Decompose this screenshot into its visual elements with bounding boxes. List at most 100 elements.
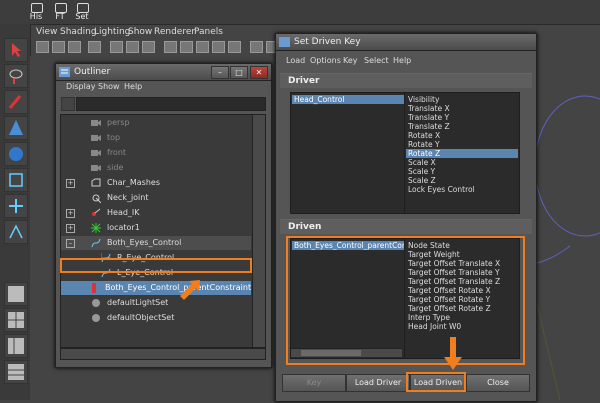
list-item[interactable]: front (61, 146, 251, 160)
xray-icon[interactable] (250, 41, 263, 53)
attribute-item[interactable]: Translate X (406, 104, 518, 113)
list-item[interactable]: persp (61, 116, 251, 130)
sdk-icon (279, 37, 290, 47)
arrow-icon (444, 337, 462, 370)
driven-section-header[interactable]: Driven (280, 219, 532, 234)
menu-load[interactable]: Load (286, 56, 305, 65)
list-item[interactable]: top (61, 131, 251, 145)
lasso-tool[interactable] (4, 64, 28, 88)
menu-key[interactable]: Key (343, 56, 358, 65)
driver-object-list[interactable]: Head_Control (290, 92, 406, 214)
menu-view[interactable]: View (36, 27, 57, 37)
outliner-scrollbar[interactable] (252, 114, 266, 348)
attribute-item[interactable]: Rotate Z (406, 149, 518, 158)
menu-show[interactable]: Show (128, 27, 152, 37)
toolbox (0, 24, 31, 400)
menu-display[interactable]: Display (66, 82, 96, 91)
set-button[interactable]: Set (72, 2, 92, 22)
driver-object-item[interactable]: Head_Control (292, 95, 404, 104)
list-item[interactable]: Neck_joint (61, 191, 251, 205)
history-icon (31, 3, 43, 13)
layout-side[interactable] (4, 334, 28, 358)
menu-options[interactable]: Options (310, 56, 341, 65)
lights-icon[interactable] (212, 41, 225, 53)
list-item-selected[interactable]: Both_Eyes_Control_parentConstraint1 (61, 281, 256, 295)
list-item[interactable]: + locator1 (61, 221, 251, 235)
load-driven-highlight-box (406, 372, 466, 392)
close-window-button[interactable]: ✕ (250, 66, 268, 79)
last-tool[interactable] (4, 220, 28, 244)
menu-panels[interactable]: Panels (194, 27, 223, 37)
grid-icon[interactable] (110, 41, 123, 53)
attribute-item[interactable]: Scale Z (406, 176, 518, 185)
attribute-item[interactable]: Rotate Y (406, 140, 518, 149)
locator-icon (91, 223, 101, 233)
attribute-item[interactable]: Rotate X (406, 131, 518, 140)
attribute-item[interactable]: Lock Eyes Control (406, 185, 518, 194)
scale-tool[interactable] (4, 168, 28, 192)
outliner-search-field[interactable] (76, 97, 266, 111)
move-tool[interactable] (4, 116, 28, 140)
expand-icon[interactable]: + (66, 209, 75, 218)
list-item[interactable]: defaultObjectSet (61, 311, 251, 325)
side-pane-icon (8, 338, 24, 354)
object-set-icon (92, 314, 100, 322)
expand-icon[interactable]: + (66, 224, 75, 233)
select-tool[interactable] (4, 38, 28, 62)
menu-lighting[interactable]: Lighting (94, 27, 130, 37)
shadows-icon[interactable] (228, 41, 241, 53)
axis-icon (9, 224, 23, 239)
sdk-titlebar[interactable]: Set Driven Key (276, 34, 536, 51)
attribute-item[interactable]: Translate Y (406, 113, 518, 122)
layout-four[interactable] (4, 308, 28, 332)
textured-icon[interactable] (196, 41, 209, 53)
camera-attr-icon[interactable] (52, 41, 65, 53)
list-item[interactable]: + Char_Mashes (61, 176, 251, 190)
list-item[interactable]: – Both_Eyes_Control (61, 236, 251, 250)
expand-icon[interactable]: + (66, 179, 75, 188)
camera-icon[interactable] (36, 41, 49, 53)
menu-help[interactable]: Help (124, 82, 142, 91)
resolution-gate-icon[interactable] (142, 41, 155, 53)
menu-help[interactable]: Help (393, 56, 411, 65)
maximize-button[interactable]: □ (230, 66, 248, 79)
driver-attribute-list[interactable]: Visibility Translate X Translate Y Translat… (404, 92, 520, 214)
attribute-item[interactable]: Scale Y (406, 167, 518, 176)
outliner-pane-icon (8, 364, 24, 380)
history-button[interactable]: His (26, 2, 46, 22)
attribute-item[interactable]: Translate Z (406, 122, 518, 131)
paint-tool[interactable] (4, 90, 28, 114)
list-item[interactable]: + Head_IK (61, 206, 251, 220)
menu-show[interactable]: Show (98, 82, 120, 91)
set-driven-key-window: Set Driven Key Load Options Key Select H… (275, 33, 537, 402)
close-button[interactable]: Close (466, 374, 530, 392)
camera-icon (91, 120, 101, 126)
layout-single[interactable] (4, 282, 28, 306)
outliner-titlebar[interactable]: Outliner – □ ✕ (56, 64, 271, 81)
camera-icon (91, 165, 101, 171)
joint-icon (92, 194, 101, 203)
menu-select[interactable]: Select (364, 56, 389, 65)
driver-section-header[interactable]: Driver (280, 73, 532, 88)
key-button[interactable]: Key (282, 374, 346, 392)
attribute-item[interactable]: Scale X (406, 158, 518, 167)
image-plane-icon[interactable] (88, 41, 101, 53)
menu-shading[interactable]: Shading (60, 27, 97, 37)
filter-icon[interactable] (61, 97, 75, 111)
wireframe-icon[interactable] (164, 41, 177, 53)
freeze-transform-button[interactable]: FT (50, 2, 70, 22)
outliner-h-scrollbar[interactable] (60, 348, 266, 360)
bookmark-icon[interactable] (68, 41, 81, 53)
layout-outliner[interactable] (4, 360, 28, 384)
film-gate-icon[interactable] (126, 41, 139, 53)
list-item[interactable]: defaultLightSet (61, 296, 251, 310)
sphere-tool[interactable] (4, 142, 28, 166)
minimize-button[interactable]: – (211, 66, 229, 79)
smooth-shade-icon[interactable] (180, 41, 193, 53)
manipulator-tool[interactable] (4, 194, 28, 218)
load-driver-button[interactable]: Load Driver (346, 374, 410, 392)
collapse-icon[interactable]: – (66, 239, 75, 248)
list-item[interactable]: side (61, 161, 251, 175)
attribute-item[interactable]: Visibility (406, 95, 518, 104)
menu-renderer[interactable]: Renderer (154, 27, 195, 37)
